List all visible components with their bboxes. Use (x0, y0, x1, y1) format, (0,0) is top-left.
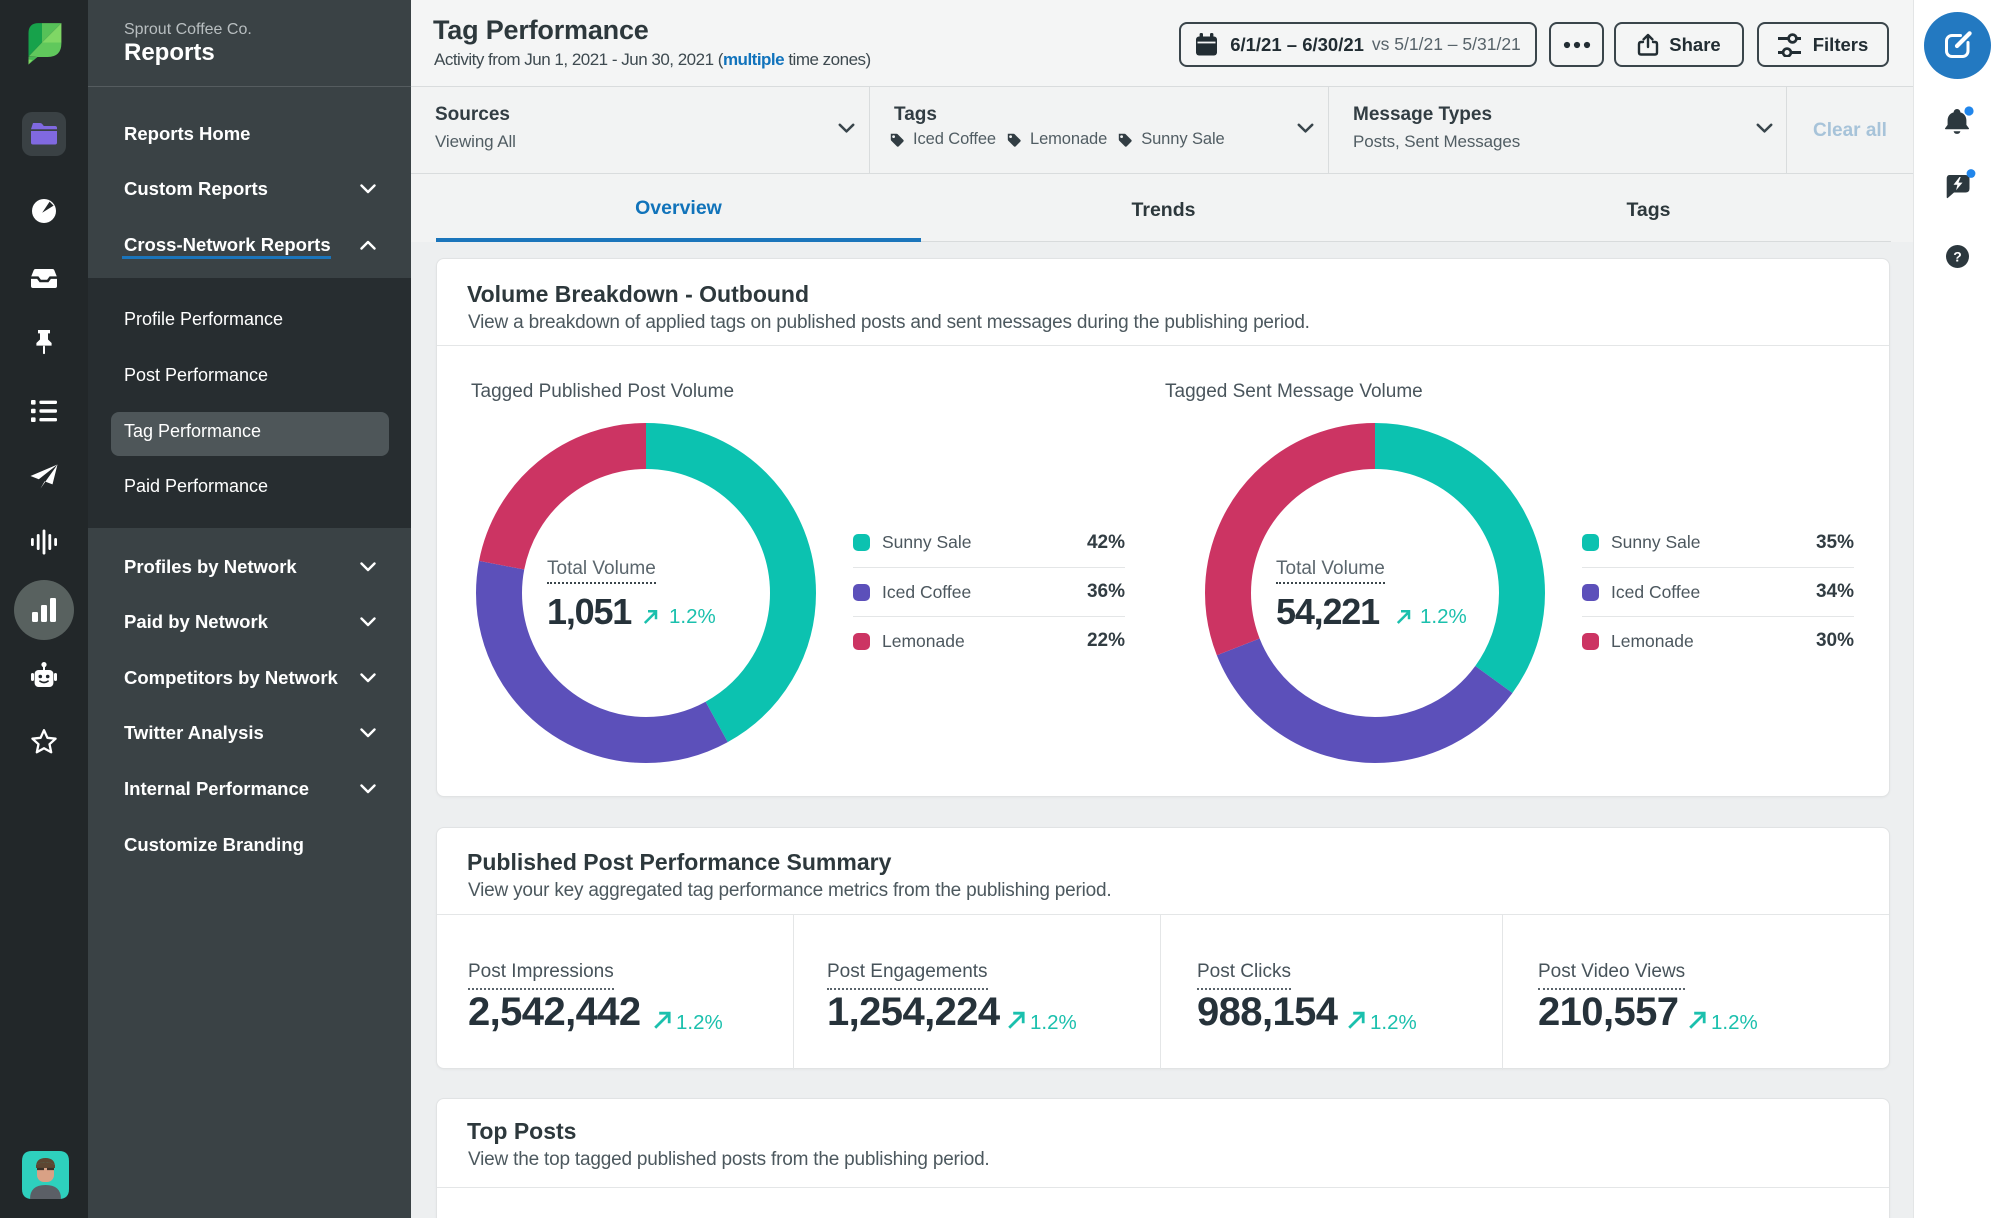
svg-text:?: ? (1953, 249, 1962, 265)
